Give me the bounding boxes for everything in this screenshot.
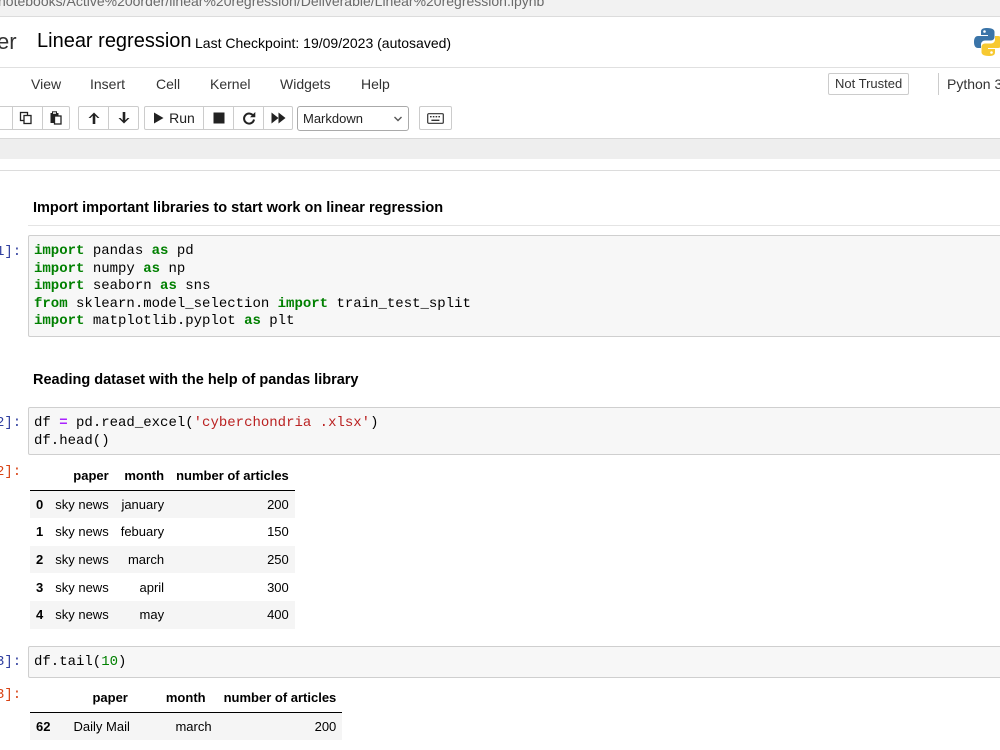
cell-paper: sky news <box>55 496 109 512</box>
run-icon <box>154 112 164 124</box>
menu-widgets[interactable]: Widgets <box>280 76 331 92</box>
move-down-icon <box>118 112 129 124</box>
table-row: 2 sky news march 250 <box>30 545 295 574</box>
column-header-month: month <box>135 684 218 713</box>
dataframe-output-2: paper month number of articles 0 sky news… <box>30 462 295 629</box>
copy-button[interactable] <box>12 107 38 129</box>
cell-month: march <box>127 552 165 568</box>
cell-paper: sky news <box>55 579 109 595</box>
cell-month: may <box>139 607 165 623</box>
output-prompt-2: 2]: <box>0 464 22 480</box>
markdown-cell-1[interactable]: Import important libraries to start work… <box>33 200 443 216</box>
menu-bar: View Insert Cell Kernel Widgets Help Not… <box>0 67 1000 102</box>
kernel-indicator[interactable]: Python 3 <box>947 76 1000 92</box>
stop-icon <box>213 112 224 124</box>
markdown-cell-2[interactable]: Reading dataset with the help of pandas … <box>33 372 359 388</box>
container-top-border <box>0 170 1000 171</box>
menu-help[interactable]: Help <box>361 76 390 92</box>
code-cell-1-source[interactable]: import pandas as pd import numpy as np i… <box>34 243 471 331</box>
cell-month: febuary <box>120 524 165 540</box>
chevron-down-icon <box>394 116 402 122</box>
table-row: 4 sky news may 400 <box>30 600 295 629</box>
code-cell-3[interactable]: df.tail(10) <box>28 646 1000 678</box>
cell-type-select[interactable]: Markdown <box>297 106 409 131</box>
code-cell-2-source[interactable]: df = pd.read_excel('cyberchondria .xlsx'… <box>34 415 379 450</box>
move-up-button[interactable] <box>79 107 108 129</box>
restart-icon <box>242 112 255 125</box>
jupyter-logo-text[interactable]: er <box>0 29 17 55</box>
header-separator-band <box>0 138 1000 160</box>
cell-month: april <box>139 579 165 595</box>
cell-paper: Daily Mail <box>73 718 130 734</box>
restart-run-all-button[interactable] <box>264 107 292 129</box>
table-row: 62 Daily Mail march 200 <box>30 712 343 741</box>
output-prompt-3: 3]: <box>0 687 22 703</box>
column-header-paper: paper <box>56 684 136 713</box>
index-header <box>30 684 57 713</box>
row-index: 0 <box>36 496 44 512</box>
row-index: 3 <box>36 579 44 595</box>
cell-month: january <box>121 496 165 512</box>
code-cell-2[interactable]: df = pd.read_excel('cyberchondria .xlsx'… <box>28 407 1000 455</box>
kernel-separator <box>938 73 939 95</box>
table-row: 0 sky news january 200 <box>30 490 295 519</box>
cell-articles: 200 <box>267 496 289 512</box>
dataframe-table: paper month number of articles 0 sky news… <box>30 462 295 629</box>
url-text[interactable]: notebooks/Active%20order/linear%20regres… <box>0 0 544 9</box>
run-label: Run <box>169 110 195 126</box>
notebook-header: er Linear regression Last Checkpoint: 19… <box>0 17 1000 67</box>
row-index: 2 <box>36 552 44 568</box>
cell-articles: 300 <box>267 579 289 595</box>
dataframe-table: paper month number of articles 62 Daily M… <box>30 684 343 741</box>
column-header-paper: paper <box>49 462 115 491</box>
table-row: 1 sky news febuary 150 <box>30 518 295 546</box>
markdown-underline <box>28 225 1000 226</box>
input-prompt-3: 3]: <box>0 654 22 670</box>
index-header <box>30 462 50 491</box>
notebook-title[interactable]: Linear regression <box>37 30 192 53</box>
stop-button[interactable] <box>204 107 233 129</box>
row-index: 62 <box>36 718 51 734</box>
restart-button[interactable] <box>234 107 263 129</box>
browser-url-bar[interactable]: notebooks/Active%20order/linear%20regres… <box>0 0 1000 17</box>
command-palette-button[interactable] <box>419 106 452 130</box>
cell-articles: 150 <box>267 524 289 540</box>
menu-view[interactable]: View <box>31 76 61 92</box>
paste-icon <box>50 111 62 125</box>
cell-paper: sky news <box>55 552 109 568</box>
cell-type-value: Markdown <box>303 111 363 126</box>
column-header-articles: number of articles <box>217 684 343 713</box>
not-trusted-button[interactable]: Not Trusted <box>828 73 910 95</box>
paste-button[interactable] <box>42 107 68 129</box>
menu-cell[interactable]: Cell <box>156 76 180 92</box>
python-logo-icon <box>974 28 1000 56</box>
column-header-articles: number of articles <box>170 462 295 491</box>
input-prompt-1: 1]: <box>0 244 22 260</box>
column-header-month: month <box>114 462 171 491</box>
cell-paper: sky news <box>55 524 109 540</box>
row-index: 4 <box>36 607 44 623</box>
notebook-container: Import important libraries to start work… <box>0 159 1000 750</box>
run-button[interactable]: Run <box>145 107 203 129</box>
cell-articles: 250 <box>267 552 289 568</box>
notebook-toolbar: Run Markdown <box>0 101 1000 137</box>
fast-forward-icon <box>271 112 285 124</box>
code-cell-1[interactable]: import pandas as pd import numpy as np i… <box>28 235 1000 337</box>
menu-kernel[interactable]: Kernel <box>210 76 250 92</box>
menu-insert[interactable]: Insert <box>90 76 125 92</box>
checkpoint-status: Last Checkpoint: 19/09/2023 (autosaved) <box>195 35 452 51</box>
table-row: 3 sky news april 300 <box>30 573 295 601</box>
dataframe-output-3: paper month number of articles 62 Daily M… <box>30 684 343 741</box>
cell-articles: 200 <box>314 718 337 734</box>
code-cell-3-source[interactable]: df.tail(10) <box>34 654 126 672</box>
copy-icon <box>19 111 32 125</box>
row-index: 1 <box>36 524 44 540</box>
cell-paper: sky news <box>55 607 109 623</box>
move-down-button[interactable] <box>109 107 138 129</box>
cell-articles: 400 <box>267 607 289 623</box>
cell-month: march <box>175 718 212 734</box>
keyboard-icon <box>427 112 444 124</box>
input-prompt-2: 2]: <box>0 415 22 431</box>
move-up-icon <box>88 112 99 124</box>
